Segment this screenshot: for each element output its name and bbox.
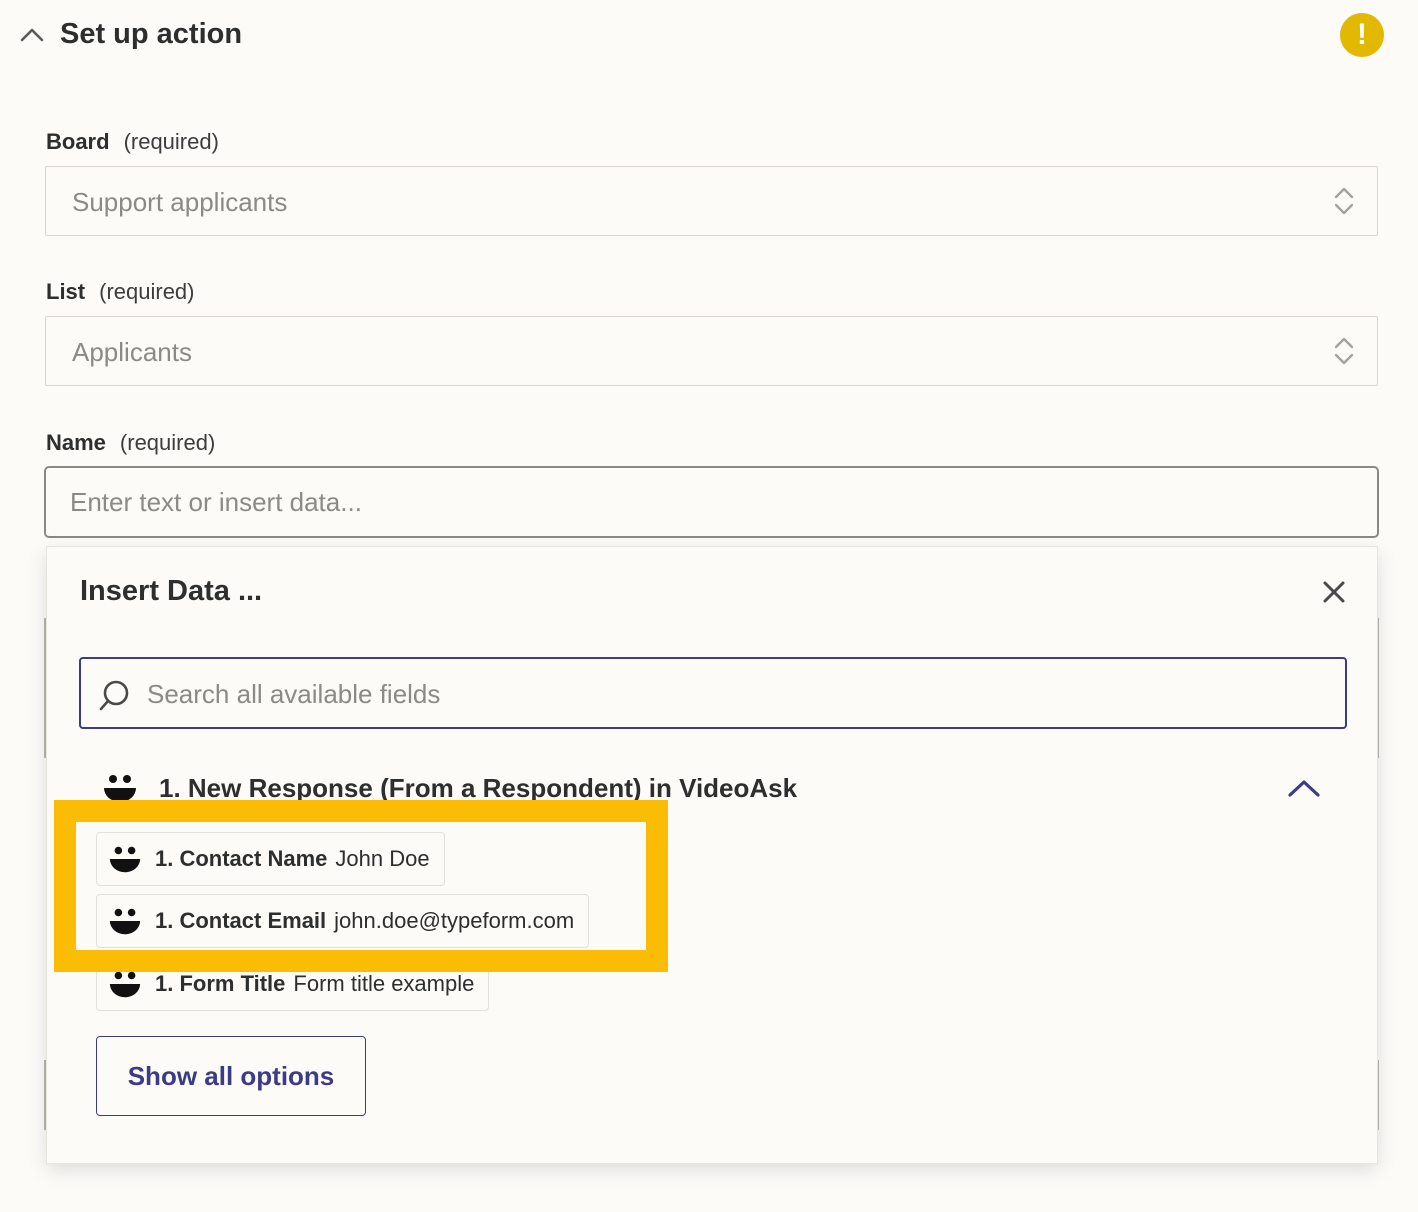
name-label-text: Name xyxy=(46,430,106,455)
board-select[interactable]: Support applicants xyxy=(45,166,1378,236)
select-arrows-icon xyxy=(1334,187,1354,215)
section-title: Set up action xyxy=(60,18,243,50)
videoask-face-icon xyxy=(105,964,145,1004)
chevron-up-icon[interactable] xyxy=(1287,777,1321,799)
setup-action-panel: Set up action ! Board (required) Support … xyxy=(0,0,1418,1212)
chevron-up-icon[interactable] xyxy=(20,26,44,42)
board-label-text: Board xyxy=(46,129,110,154)
section-header: Set up action ! xyxy=(0,0,1418,72)
data-item-value: John Doe xyxy=(335,846,430,871)
list-select-value: Applicants xyxy=(72,337,192,367)
select-arrows-icon xyxy=(1334,337,1354,365)
popover-title: Insert Data ... xyxy=(80,575,263,607)
board-label: Board (required) xyxy=(46,129,219,155)
warning-icon: ! xyxy=(1340,13,1384,57)
data-item-value: Form title example xyxy=(293,971,475,996)
board-required-text: (required) xyxy=(123,129,219,154)
videoask-face-icon xyxy=(105,839,145,879)
data-group-header[interactable]: 1. New Response (From a Respondent) in V… xyxy=(95,763,1335,813)
videoask-face-icon xyxy=(95,763,145,813)
name-input-placeholder: Enter text or insert data... xyxy=(70,487,362,517)
data-item-form-title[interactable]: 1. Form Title Form title example xyxy=(96,957,490,1011)
list-required-text: (required) xyxy=(99,279,195,304)
data-group-title: 1. New Response (From a Respondent) in V… xyxy=(159,773,798,803)
list-select[interactable]: Applicants xyxy=(45,316,1378,386)
name-input[interactable]: Enter text or insert data... xyxy=(44,466,1379,538)
name-label: Name (required) xyxy=(46,430,215,456)
data-item-value: john.doe@typeform.com xyxy=(334,908,575,933)
search-icon xyxy=(99,680,129,711)
data-item-label: 1. Contact Name xyxy=(155,846,328,871)
list-label-text: List xyxy=(46,279,86,304)
list-label: List (required) xyxy=(46,279,195,305)
data-item-label: 1. Contact Email xyxy=(155,908,327,933)
search-input[interactable]: Search all available fields xyxy=(79,657,1347,729)
videoask-face-icon xyxy=(105,901,145,941)
data-item-label: 1. Form Title xyxy=(155,971,286,996)
board-select-value: Support applicants xyxy=(72,187,288,217)
name-required-text: (required) xyxy=(119,430,216,455)
close-icon[interactable] xyxy=(1319,577,1349,607)
search-placeholder: Search all available fields xyxy=(147,679,441,709)
insert-data-popover: Insert Data ... Search all available fie… xyxy=(46,546,1378,1164)
data-item-contact-email[interactable]: 1. Contact Email john.doe@typeform.com xyxy=(96,894,590,948)
data-item-contact-name[interactable]: 1. Contact Name John Doe xyxy=(96,832,445,886)
show-all-options-button[interactable]: Show all options xyxy=(96,1036,366,1116)
